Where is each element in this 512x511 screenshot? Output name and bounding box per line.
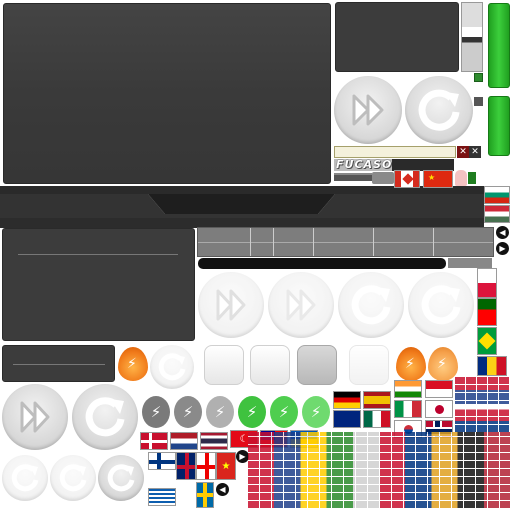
square-button-3[interactable]	[297, 345, 337, 385]
flag-germany[interactable]	[333, 391, 361, 409]
refresh-button-bottom-1[interactable]	[2, 455, 48, 501]
fast-forward-icon	[216, 289, 246, 321]
flag-hungary[interactable]	[484, 205, 510, 223]
refresh-button-faded-2[interactable]	[408, 272, 474, 338]
flag-canada[interactable]	[394, 170, 420, 188]
refresh-icon	[158, 353, 186, 381]
preview-panel-small	[335, 2, 459, 72]
refresh-button-bottom[interactable]	[72, 384, 138, 450]
flag-italy[interactable]	[394, 400, 422, 418]
seek-bar[interactable]	[334, 173, 372, 181]
seek-track-gray	[448, 258, 492, 268]
arrow-right-icon[interactable]: ▶	[496, 242, 509, 255]
square-button-4[interactable]	[349, 345, 389, 385]
slider-knob[interactable]	[474, 73, 483, 82]
lightning-icon-gray-3: ⚡	[206, 396, 234, 428]
flag-thailand[interactable]	[200, 432, 228, 450]
flag-australia[interactable]	[333, 410, 361, 428]
video-panel-small	[2, 345, 115, 382]
lightning-icon-green-2: ⚡	[270, 396, 298, 428]
flame-icon-3: ⚡	[428, 347, 458, 381]
user-icon	[455, 170, 467, 186]
close-icon[interactable]: ✕	[457, 146, 469, 158]
lightning-icon-green-1: ⚡	[238, 396, 266, 428]
flag-romania[interactable]	[477, 356, 507, 376]
flame-icon: ⚡	[118, 347, 148, 381]
refresh-icon	[421, 285, 461, 325]
flag-vietnam[interactable]: ★	[216, 452, 236, 480]
refresh-icon	[11, 464, 39, 492]
volume-slider-track[interactable]	[461, 2, 483, 72]
fast-forward-button-faded-2[interactable]	[268, 272, 334, 338]
flag-bulgaria[interactable]	[484, 186, 510, 204]
square-button-1[interactable]	[204, 345, 244, 385]
refresh-button-large[interactable]	[405, 76, 473, 144]
flag-greece[interactable]	[148, 488, 176, 506]
flag-india[interactable]	[394, 380, 422, 398]
refresh-button-bottom-2[interactable]	[50, 455, 96, 501]
flag-georgia[interactable]	[196, 452, 216, 480]
refresh-icon	[59, 464, 87, 492]
flag-united-kingdom[interactable]	[176, 452, 196, 480]
flag-sweden[interactable]	[196, 482, 214, 508]
video-panel-large	[3, 3, 331, 184]
fast-forward-icon	[286, 289, 316, 321]
fast-forward-icon	[352, 94, 384, 126]
arrow-left-icon[interactable]: ◀	[496, 226, 509, 239]
flag-japan[interactable]	[425, 400, 453, 418]
search-field[interactable]	[334, 146, 456, 158]
flag-denmark[interactable]	[140, 432, 168, 450]
flame-icon-2: ⚡	[396, 347, 426, 381]
refresh-icon	[351, 285, 391, 325]
video-panel-medium	[2, 228, 195, 341]
seek-track-black[interactable]	[198, 258, 446, 269]
lightning-icon-green-3: ⚡	[302, 396, 330, 428]
slider-knob-2[interactable]	[474, 97, 483, 106]
progress-bar-green-top	[488, 3, 510, 88]
flag-poland[interactable]	[477, 268, 497, 298]
close-icon-dark[interactable]: ✕	[469, 146, 481, 158]
refresh-icon	[418, 89, 460, 131]
fast-forward-button-bottom[interactable]	[2, 384, 68, 450]
lightning-icon-gray-2: ⚡	[174, 396, 202, 428]
flag-mexico[interactable]	[363, 410, 391, 428]
flag-portugal[interactable]	[477, 298, 497, 326]
fast-forward-button-large[interactable]	[334, 76, 402, 144]
segment-bar	[197, 227, 494, 257]
refresh-button-faded-1[interactable]	[338, 272, 404, 338]
progress-bar-green-bottom	[488, 96, 510, 156]
fast-forward-icon	[20, 401, 50, 433]
status-icon-green	[468, 172, 476, 184]
fast-forward-button-faded-1[interactable]	[198, 272, 264, 338]
refresh-icon	[85, 397, 125, 437]
flag-peru[interactable]	[425, 380, 453, 398]
refresh-icon	[107, 464, 135, 492]
flag-brazil[interactable]	[477, 327, 497, 355]
brand-logo: FUCASO	[336, 158, 393, 171]
square-button-2[interactable]	[250, 345, 290, 385]
mini-flag-sprites	[248, 432, 510, 508]
refresh-button-small[interactable]	[150, 345, 194, 389]
seek-knob[interactable]	[372, 172, 394, 184]
lightning-icon-gray-1: ⚡	[142, 396, 170, 428]
refresh-button-bottom-3[interactable]	[98, 455, 144, 501]
toolbar-bar	[0, 186, 484, 228]
flag-china[interactable]: ★	[423, 170, 453, 188]
arrow-left-icon-2[interactable]: ◀	[216, 483, 229, 496]
flag-spain[interactable]	[363, 391, 391, 409]
flag-netherlands[interactable]	[170, 432, 198, 450]
mini-flag-sprites-2	[455, 376, 510, 432]
flag-finland[interactable]	[148, 452, 176, 470]
